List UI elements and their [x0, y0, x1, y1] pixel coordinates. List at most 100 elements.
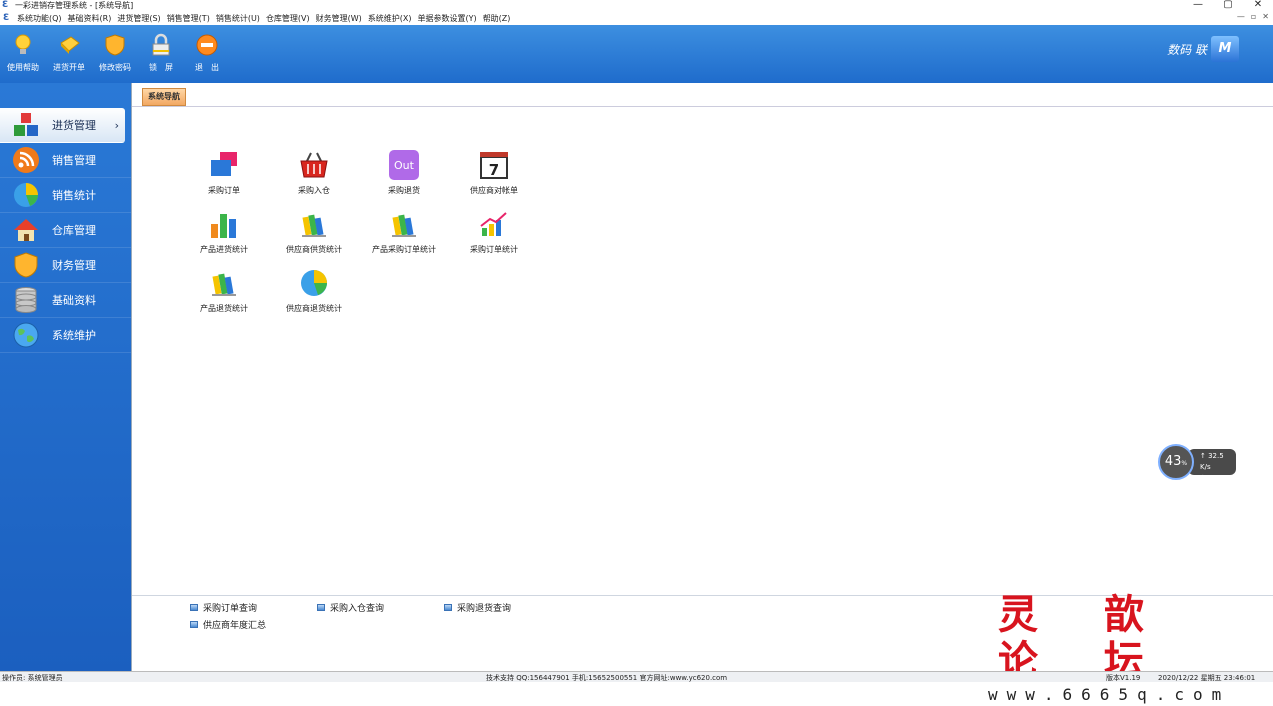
- lightbulb-icon: [15, 34, 31, 54]
- menu-item-maintenance[interactable]: 系统维护(X): [368, 13, 412, 24]
- change-password-button-label: 修改密码: [99, 63, 131, 72]
- pie-chart-icon: [301, 270, 327, 296]
- mdi-controls: — ▫ ✕: [1237, 12, 1269, 21]
- app-logo-icon: Ɛ: [2, 0, 9, 10]
- rss-icon: [13, 147, 39, 173]
- sidebar-item-sales[interactable]: 销售管理: [0, 143, 131, 178]
- menu-bar: Ɛ 系统功能(Q) 基础资料(R) 进货管理(S) 销售管理(T) 销售统计(U…: [0, 11, 1273, 25]
- boxes-icon: [14, 113, 38, 136]
- chevron-right-icon: ›: [114, 118, 119, 132]
- nav-item-label: 采购订单: [208, 186, 240, 195]
- menu-item-sales-stats[interactable]: 销售统计(U): [216, 13, 260, 24]
- globe-icon: [13, 322, 39, 348]
- nav-purchase-order[interactable]: 采购订单: [184, 149, 264, 199]
- sidebar-item-label: 财务管理: [52, 259, 96, 272]
- mdi-close-button[interactable]: ✕: [1262, 12, 1269, 21]
- nav-item-label: 采购退货: [388, 186, 420, 195]
- out-icon-text: Out: [394, 159, 415, 172]
- nav-purchase-in[interactable]: 采购入仓: [274, 149, 354, 199]
- books-chart-icon: [212, 273, 236, 296]
- speed-readout: ↑ 32.5 K/s ↓ 1.4 K/s: [1188, 449, 1236, 482]
- nav-item-label: 产品采购订单统计: [372, 245, 436, 254]
- sidebar-item-label: 系统维护: [52, 329, 96, 342]
- mdi-restore-button[interactable]: ▫: [1251, 12, 1256, 21]
- nav-supplier-return-stats[interactable]: 供应商退货统计: [274, 267, 354, 317]
- sidebar-item-basic-data[interactable]: 基础资料: [0, 283, 131, 318]
- menu-item-finance[interactable]: 财务管理(W): [316, 13, 362, 24]
- maximize-button[interactable]: ▢: [1213, 0, 1243, 10]
- purchase-order-button-label: 进货开单: [53, 63, 85, 72]
- tab-divider: [132, 106, 1273, 107]
- bar-chart-icon: [211, 214, 236, 238]
- calendar-icon-text: 7: [489, 161, 499, 179]
- menu-item-purchase[interactable]: 进货管理(S): [117, 13, 160, 24]
- sidebar-item-label: 销售管理: [52, 154, 96, 167]
- pie-chart-icon: [14, 183, 38, 207]
- quick-link-label: 采购入仓查询: [330, 604, 385, 614]
- quick-link-return-query[interactable]: 采购退货查询: [444, 601, 511, 614]
- close-button[interactable]: ✕: [1243, 0, 1273, 10]
- brand-text: 数码 联: [1167, 42, 1207, 57]
- house-icon: [14, 219, 38, 241]
- nav-item-label: 产品退货统计: [200, 304, 248, 313]
- sidebar-item-maintenance[interactable]: 系统维护: [0, 318, 131, 353]
- mdi-minimize-button[interactable]: —: [1237, 12, 1245, 21]
- nav-item-label: 产品进货统计: [200, 245, 248, 254]
- help-button[interactable]: 使用帮助: [0, 33, 46, 79]
- trend-chart-icon: [480, 212, 507, 236]
- out-icon: Out: [389, 150, 419, 180]
- tab-system-nav[interactable]: 系统导航: [142, 88, 186, 106]
- lock-screen-button[interactable]: 锁 屏: [138, 33, 184, 79]
- menu-item-system[interactable]: 系统功能(Q): [17, 13, 62, 24]
- window-icon: [317, 604, 325, 611]
- quick-link-supplier-annual[interactable]: 供应商年度汇总: [190, 618, 266, 631]
- basket-icon: [300, 152, 328, 178]
- change-password-button[interactable]: 修改密码: [92, 33, 138, 79]
- nav-product-return-stats[interactable]: 产品退货统计: [184, 267, 264, 317]
- sidebar: 进货管理 › 销售管理 销售统计 仓库管理 财务管理 基础资料 系统维护: [0, 83, 131, 671]
- sidebar-item-finance[interactable]: 财务管理: [0, 248, 131, 283]
- database-icon: [15, 287, 37, 313]
- upload-speed: ↑ 32.5 K/s: [1200, 452, 1224, 471]
- quick-link-order-query[interactable]: 采购订单查询: [190, 601, 257, 614]
- sidebar-item-sales-stats[interactable]: 销售统计: [0, 178, 131, 213]
- nav-supplier-statement[interactable]: 7 供应商对帐单: [454, 149, 534, 199]
- books-chart-icon: [392, 214, 416, 237]
- menu-item-sales[interactable]: 销售管理(T): [167, 13, 210, 24]
- main-content: 系统导航 采购订单 采购入仓 Out 采购退货 7 供应商对帐单 产品进货统计 …: [131, 83, 1273, 671]
- watermark-url: www.6665q.com: [988, 685, 1231, 704]
- shield-icon: [105, 34, 125, 56]
- window-controls: — ▢ ✕: [1183, 0, 1273, 10]
- brand-logo: 数码 联 M: [1159, 31, 1239, 67]
- order-icon: [211, 152, 237, 176]
- minimize-button[interactable]: —: [1183, 0, 1213, 10]
- nav-product-order-stats[interactable]: 产品采购订单统计: [364, 208, 444, 258]
- purchase-order-button[interactable]: 进货开单: [46, 33, 92, 79]
- nav-order-stats[interactable]: 采购订单统计: [454, 208, 534, 258]
- menu-item-basic-data[interactable]: 基础资料(R): [68, 13, 112, 24]
- network-speed-widget[interactable]: ↑ 32.5 K/s ↓ 1.4 K/s 43%: [1158, 444, 1238, 482]
- sidebar-item-warehouse[interactable]: 仓库管理: [0, 213, 131, 248]
- menu-item-help[interactable]: 帮助(Z): [483, 13, 511, 24]
- quick-link-label: 采购订单查询: [203, 604, 258, 614]
- nav-item-label: 采购订单统计: [470, 245, 518, 254]
- quick-link-label: 采购退货查询: [457, 604, 512, 614]
- nav-supplier-supply-stats[interactable]: 供应商供货统计: [274, 208, 354, 258]
- nav-item-label: 供应商退货统计: [286, 304, 342, 313]
- window-icon: [190, 604, 198, 611]
- status-bar: 操作员: 系统管理员 技术支持 QQ:156447901 手机:15652500…: [0, 671, 1273, 682]
- exit-icon: [196, 34, 218, 56]
- menu-item-warehouse[interactable]: 仓库管理(V): [266, 13, 310, 24]
- calendar-icon: 7: [480, 152, 508, 179]
- books-chart-icon: [302, 214, 326, 237]
- sidebar-item-purchase[interactable]: 进货管理 ›: [0, 108, 125, 143]
- toolbar: 使用帮助 进货开单 修改密码 锁 屏 退 出 数码 联 M: [0, 25, 1273, 83]
- quick-link-in-query[interactable]: 采购入仓查询: [317, 601, 384, 614]
- window-icon: [444, 604, 452, 611]
- menu-item-doc-settings[interactable]: 单据参数设置(Y): [418, 13, 477, 24]
- help-button-label: 使用帮助: [7, 63, 39, 72]
- nav-purchase-return[interactable]: Out 采购退货: [364, 149, 444, 199]
- menu-logo-icon: Ɛ: [3, 13, 10, 23]
- exit-button[interactable]: 退 出: [184, 33, 230, 79]
- nav-product-purchase-stats[interactable]: 产品进货统计: [184, 208, 264, 258]
